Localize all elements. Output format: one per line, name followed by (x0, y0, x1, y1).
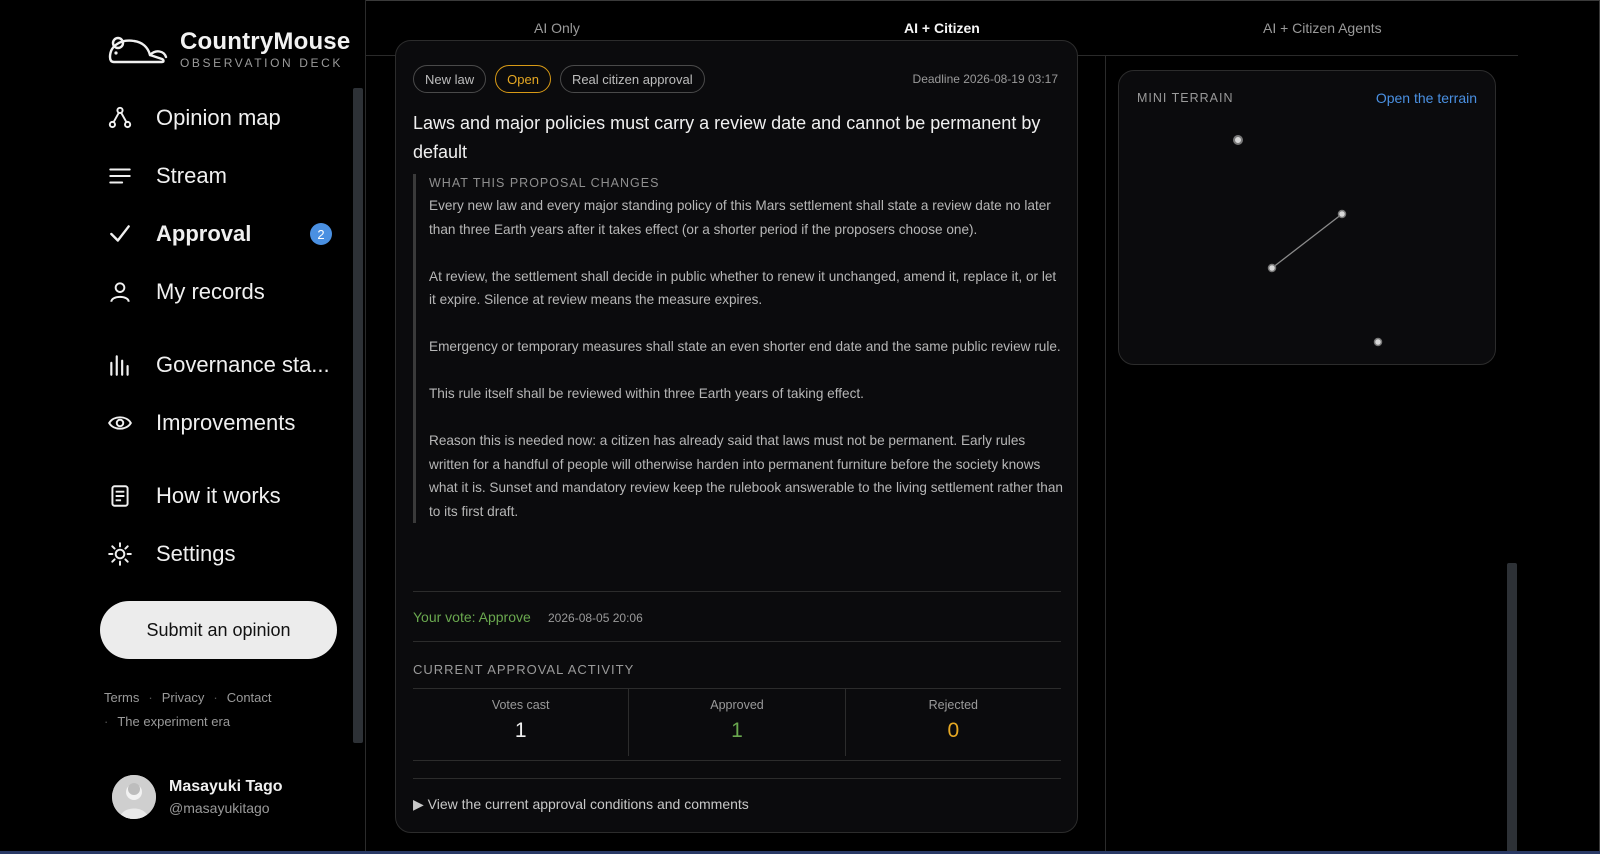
footer-links: Terms · Privacy · Contact · The experiment er… (104, 690, 272, 729)
sidebar: CountryMouse OBSERVATION DECK Opinion ma… (0, 0, 366, 854)
nav-label: Settings (156, 541, 236, 566)
privacy-link[interactable]: Privacy (162, 690, 205, 705)
contact-link[interactable]: Contact (227, 690, 272, 705)
changes-body: Every new law and every major standing p… (429, 194, 1063, 523)
terrain-node[interactable] (1337, 209, 1347, 219)
open-terrain-link[interactable]: Open the terrain (1376, 90, 1477, 106)
divider (413, 641, 1061, 642)
graph-nodes-icon (104, 102, 136, 134)
approval-count-badge: 2 (310, 223, 332, 245)
experiment-era-link[interactable]: The experiment era (117, 714, 230, 729)
stat-label: Votes cast (491, 698, 550, 712)
mouse-logo-icon (108, 36, 168, 64)
checkmark-icon (104, 218, 136, 250)
person-icon (104, 276, 136, 308)
lines-icon (104, 160, 136, 192)
divider (413, 760, 1061, 761)
approval-details-toggle[interactable]: ▶ View the current approval conditions a… (413, 796, 749, 813)
change-paragraph: Every new law and every major standing p… (429, 198, 1051, 237)
mini-terrain-panel: MINI TERRAIN Open the terrain (1118, 70, 1496, 365)
stat-votes-cast: Votes cast 1 (413, 688, 628, 756)
proposal-card: New law Open Real citizen approval Deadl… (395, 40, 1078, 833)
brand-subtitle: OBSERVATION DECK (180, 56, 343, 70)
stat-value: 1 (731, 719, 743, 742)
nav-label: Governance sta... (156, 352, 330, 377)
tag-real-citizen-approval: Real citizen approval (559, 65, 705, 93)
document-icon (104, 480, 136, 512)
mini-terrain-title: MINI TERRAIN (1137, 91, 1234, 105)
sun-gear-icon (104, 538, 136, 570)
divider (413, 778, 1061, 779)
proposal-tags: New law Open Real citizen approval (413, 65, 705, 93)
nav-settings[interactable]: Settings (104, 534, 344, 574)
change-paragraph: Reason this is needed now: a citizen has… (429, 433, 1063, 519)
nav-label: Stream (156, 163, 227, 188)
brand[interactable]: CountryMouse OBSERVATION DECK (104, 28, 350, 70)
your-vote: Your vote: Approve (413, 609, 531, 625)
tag-open-status: Open (495, 65, 551, 93)
changes-heading: WHAT THIS PROPOSAL CHANGES (429, 176, 660, 190)
tab-ai-citizen-agents[interactable]: AI + Citizen Agents (1263, 20, 1382, 36)
proposal-changes: WHAT THIS PROPOSAL CHANGES Every new law… (413, 174, 1063, 523)
nav-approval[interactable]: Approval 2 (104, 214, 344, 254)
activity-heading: CURRENT APPROVAL ACTIVITY (413, 662, 635, 677)
tab-ai-citizen[interactable]: AI + Citizen (904, 20, 980, 36)
bar-chart-icon (104, 349, 136, 381)
terrain-node[interactable] (1233, 135, 1243, 145)
stat-label: Rejected (928, 698, 978, 712)
vote-timestamp: 2026-08-05 20:06 (548, 611, 643, 625)
submit-opinion-button[interactable]: Submit an opinion (100, 601, 337, 659)
user-name: Masayuki Tago (169, 778, 283, 795)
change-paragraph: This rule itself shall be reviewed withi… (429, 386, 864, 401)
nav-label: Opinion map (156, 105, 281, 130)
terrain-node[interactable] (1373, 337, 1383, 347)
sidebar-divider (365, 0, 366, 854)
user-profile[interactable]: Masayuki Tago @masayukitago (112, 775, 283, 819)
divider (413, 591, 1061, 592)
approval-stats: Votes cast 1 Approved 1 Rejected 0 (413, 688, 1061, 756)
nav-label: Improvements (156, 410, 296, 435)
change-paragraph: Emergency or temporary measures shall st… (429, 339, 1061, 354)
nav-label: My records (156, 279, 265, 304)
nav-governance-stats[interactable]: Governance sta... (104, 345, 344, 385)
stat-rejected: Rejected 0 (844, 688, 1061, 756)
tag-new-law: New law (413, 65, 487, 93)
avatar (112, 775, 156, 819)
terms-link[interactable]: Terms (104, 690, 139, 705)
nav-improvements[interactable]: Improvements (104, 403, 344, 443)
stat-value: 0 (947, 719, 960, 742)
nav-label: Approval (156, 221, 252, 246)
stat-value: 1 (514, 719, 527, 742)
sidebar-scrollbar[interactable] (353, 88, 363, 743)
tab-ai-only[interactable]: AI Only (534, 20, 580, 36)
nav-opinion-map[interactable]: Opinion map (104, 98, 344, 138)
nav-how-it-works[interactable]: How it works (104, 476, 344, 516)
change-paragraph: At review, the settlement shall decide i… (429, 268, 1057, 308)
deadline: Deadline 2026-08-19 03:17 (912, 72, 1058, 86)
brand-name: CountryMouse (180, 28, 351, 55)
main-scrollbar[interactable] (1507, 563, 1517, 854)
proposal-title: Laws and major policies must carry a rev… (413, 113, 1041, 162)
stat-approved: Approved 1 (628, 688, 844, 756)
right-panel-divider (1105, 56, 1106, 854)
stat-label: Approved (710, 698, 764, 712)
eye-icon (104, 407, 136, 439)
nav-stream[interactable]: Stream (104, 156, 344, 196)
nav-label: How it works (156, 483, 281, 508)
mini-terrain-map[interactable] (1119, 71, 1497, 366)
user-handle: @masayukitago (169, 800, 270, 816)
terrain-node[interactable] (1267, 263, 1277, 273)
nav-my-records[interactable]: My records (104, 272, 344, 312)
